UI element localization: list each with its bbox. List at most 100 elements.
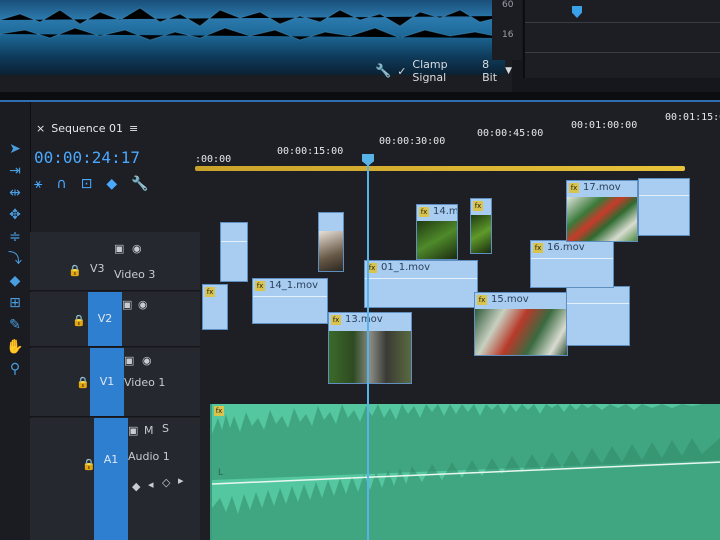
- track-target-a1[interactable]: A1: [94, 418, 128, 540]
- fx-badge: fx: [533, 243, 543, 253]
- sequence-tab[interactable]: × Sequence 01 ≡: [36, 122, 138, 135]
- fx-badge: fx: [473, 201, 483, 211]
- video-clip-16[interactable]: fx 16.mov: [530, 240, 614, 288]
- clip-name: 14.mov: [433, 206, 458, 217]
- clamp-signal-label: Clamp Signal: [412, 58, 448, 84]
- clip-name: 14_1.mov: [269, 280, 319, 291]
- track-header-v3: 🔒 V3 ▣ ◉ Video 3: [30, 232, 200, 291]
- playhead-timecode[interactable]: 00:00:24:17: [34, 148, 140, 167]
- eye-icon[interactable]: ◉: [138, 298, 148, 311]
- premiere-timeline-screen: 60 16 🔧 ✓ Clamp Signal 8 Bit ▼ ➤ ⇥ ⇹ ✥ ≑…: [0, 0, 720, 540]
- video-clip[interactable]: [220, 222, 248, 282]
- ruler-label: 00:00:15:00: [277, 146, 344, 157]
- next-keyframe-icon[interactable]: ▸: [178, 474, 184, 487]
- panel-divider: [525, 52, 720, 53]
- video-clip-14-1[interactable]: fx 14_1.mov: [252, 278, 328, 324]
- mute-button[interactable]: M: [144, 424, 154, 437]
- panel-divider: [525, 22, 720, 23]
- film-icon[interactable]: ▣: [122, 298, 132, 311]
- zoom-tool-icon[interactable]: ⚲: [4, 360, 26, 378]
- panel-menu-icon[interactable]: ≡: [129, 122, 138, 135]
- clip-name: 01_1.mov: [381, 262, 431, 273]
- fx-badge: fx: [331, 315, 341, 325]
- lock-icon[interactable]: 🔒: [76, 376, 90, 389]
- fx-badge: fx: [477, 295, 487, 305]
- pen-tool-icon[interactable]: ✎: [4, 316, 26, 334]
- track-header-a1: 🔒 A1 ▣ M S Audio 1 ◆ ◂ ◇ ▸: [30, 418, 200, 540]
- wrench-icon[interactable]: 🔧: [375, 64, 391, 79]
- video-clip-17-ext[interactable]: [638, 178, 690, 236]
- clip-name: 15.mov: [491, 294, 529, 305]
- add-marker-icon[interactable]: ◆: [106, 176, 117, 192]
- solo-button[interactable]: S: [162, 422, 169, 435]
- linked-selection-icon[interactable]: ⊡: [81, 176, 93, 192]
- lock-icon[interactable]: 🔒: [72, 314, 86, 327]
- fx-badge: fx: [419, 207, 429, 217]
- track-name-a1: Audio 1: [128, 450, 170, 463]
- lumetri-scopes-panel: 60 16 🔧 ✓ Clamp Signal 8 Bit ▼: [0, 0, 522, 92]
- fx-badge: fx: [255, 281, 265, 291]
- scale-value-top: 60: [502, 0, 514, 10]
- scale-value-bottom: 16: [502, 30, 514, 40]
- clip-name: 16.mov: [547, 242, 585, 253]
- track-name-v1: Video 1: [124, 376, 166, 389]
- scope-settings-row: 🔧 ✓ Clamp Signal 8 Bit ▼: [375, 58, 512, 84]
- video-clip-thumb[interactable]: fx: [470, 198, 492, 254]
- video-clip-15[interactable]: fx 15.mov: [474, 292, 568, 356]
- close-icon[interactable]: ×: [36, 122, 45, 135]
- tools-panel: ➤ ⇥ ⇹ ✥ ≑ ⤵ ◆ ⊞ ✎ ✋ ⚲: [0, 102, 31, 540]
- ruler-label: :00:00: [195, 154, 232, 165]
- clip-name: 13.mov: [345, 314, 383, 325]
- keyframe-icon[interactable]: ◆: [132, 480, 140, 493]
- prev-keyframe-icon[interactable]: ◂: [148, 478, 154, 491]
- video-clip-15-ext[interactable]: [566, 286, 630, 346]
- track-name-v3: Video 3: [114, 268, 156, 281]
- video-clip-14[interactable]: fx 14.mov: [416, 204, 458, 260]
- scope-scale: 60 16: [492, 0, 522, 60]
- work-area-bar[interactable]: [195, 166, 685, 171]
- lock-icon[interactable]: 🔒: [68, 264, 82, 277]
- nest-toggle-icon[interactable]: ⚹: [34, 176, 42, 192]
- track-target-v2[interactable]: V2: [88, 292, 122, 346]
- film-icon[interactable]: ▣: [114, 242, 124, 255]
- slip-tool-icon[interactable]: ◆: [4, 272, 26, 290]
- video-clip-17[interactable]: fx 17.mov: [566, 180, 638, 242]
- sequence-tab-label[interactable]: Sequence 01: [51, 122, 123, 135]
- bit-depth-select[interactable]: 8 Bit: [482, 58, 499, 84]
- hand-tool-icon[interactable]: ✋: [4, 338, 26, 356]
- track-header-v2: 🔒 V2 ▣ ◉: [30, 292, 200, 347]
- video-clip-01-1[interactable]: fx 01_1.mov: [364, 260, 478, 308]
- rate-stretch-tool-icon[interactable]: ≑: [4, 228, 26, 246]
- ruler-label: 00:00:30:00: [379, 136, 446, 147]
- track-select-tool-icon[interactable]: ⇥: [4, 162, 26, 180]
- eye-icon[interactable]: ◉: [132, 242, 142, 255]
- track-id-v3: V3: [90, 262, 105, 275]
- timeline-settings-wrench-icon[interactable]: 🔧: [131, 176, 148, 192]
- add-keyframe-icon[interactable]: ◇: [162, 476, 170, 489]
- ruler-label: 00:01:00:00: [571, 120, 638, 131]
- program-monitor-panel: [523, 0, 720, 78]
- rolling-edit-tool-icon[interactable]: ✥: [4, 206, 26, 224]
- razor-tool-icon[interactable]: ⤵: [4, 250, 26, 268]
- clip-name: 17.mov: [583, 182, 621, 193]
- speaker-icon[interactable]: ▣: [128, 424, 138, 437]
- track-target-v1[interactable]: V1: [90, 348, 124, 416]
- slide-tool-icon[interactable]: ⊞: [4, 294, 26, 312]
- timeline-settings-row: ⚹ ∩ ⊡ ◆ 🔧: [34, 176, 149, 192]
- clamp-checkbox[interactable]: ✓: [397, 65, 406, 78]
- selection-tool-icon[interactable]: ➤: [4, 140, 26, 158]
- ripple-edit-tool-icon[interactable]: ⇹: [4, 184, 26, 202]
- film-icon[interactable]: ▣: [124, 354, 134, 367]
- panel-gutter: [0, 92, 720, 100]
- video-clip[interactable]: fx: [202, 284, 228, 330]
- track-header-v1: 🔒 V1 ▣ ◉ Video 1: [30, 348, 200, 417]
- ruler-label: 00:01:15:00: [665, 112, 720, 123]
- playhead-line[interactable]: [367, 158, 369, 540]
- fx-badge: fx: [205, 287, 215, 297]
- eye-icon[interactable]: ◉: [142, 354, 152, 367]
- audio-clip[interactable]: fx L: [210, 404, 720, 540]
- video-clip-thumb[interactable]: [318, 212, 344, 272]
- chevron-down-icon[interactable]: ▼: [505, 66, 512, 76]
- snap-icon[interactable]: ∩: [56, 176, 66, 192]
- video-clip-13[interactable]: fx 13.mov: [328, 312, 412, 384]
